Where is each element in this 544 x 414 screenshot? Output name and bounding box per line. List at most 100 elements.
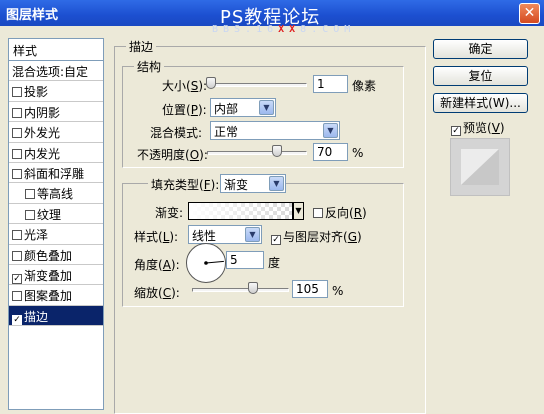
chevron-down-icon: ▼	[245, 227, 260, 242]
style-item-label: 图案叠加	[24, 289, 73, 304]
preview-checkbox-box[interactable]: ✓	[451, 126, 461, 136]
size-slider-track[interactable]	[207, 83, 307, 87]
angle-input[interactable]: 5	[226, 251, 264, 269]
style-item-checkbox[interactable]	[12, 291, 22, 302]
style-item-checkbox[interactable]	[12, 148, 22, 159]
style-item-2[interactable]: 内阴影	[9, 102, 103, 123]
ok-button[interactable]: 确定	[433, 39, 528, 59]
style-item-checkbox[interactable]	[12, 87, 22, 98]
style-item-9[interactable]: 颜色叠加	[9, 245, 103, 265]
style-item-checkbox[interactable]	[12, 107, 22, 118]
preview-checkbox[interactable]: ✓ 预览(V)	[451, 119, 505, 136]
style-item-11[interactable]: 图案叠加	[9, 285, 103, 306]
chevron-down-icon: ▼	[259, 100, 274, 115]
position-label: 位置(P):	[162, 103, 207, 117]
new-style-button[interactable]: 新建样式(W)...	[433, 93, 528, 113]
scale-unit: %	[332, 284, 344, 298]
style-item-0[interactable]: 混合选项:自定	[9, 61, 103, 82]
scale-input[interactable]: 105	[292, 280, 328, 298]
opacity-label: 不透明度(O):	[137, 148, 208, 162]
style-item-checkbox[interactable]	[12, 250, 22, 261]
style-label: 样式(L):	[134, 230, 179, 244]
reverse-checkbox[interactable]: 反向(R)	[313, 204, 367, 221]
chevron-down-icon: ▼	[269, 176, 284, 191]
fill-type-select[interactable]: 渐变 ▼	[220, 174, 286, 193]
style-item-label: 纹理	[37, 207, 62, 222]
size-label: 大小(S):	[162, 79, 208, 93]
style-item-3[interactable]: 外发光	[9, 122, 103, 143]
gradient-swatch[interactable]	[188, 202, 293, 220]
angle-dial[interactable]	[186, 243, 226, 283]
blend-mode-select[interactable]: 正常 ▼	[210, 121, 340, 140]
style-item-12[interactable]: ✓ 描边	[9, 305, 103, 327]
gradient-label: 渐变:	[155, 206, 184, 220]
style-item-checkbox[interactable]	[25, 209, 35, 220]
opacity-slider-track[interactable]	[207, 151, 307, 155]
size-input[interactable]: 1	[313, 75, 348, 93]
style-item-label: 内阴影	[24, 105, 61, 120]
style-item-label: 外发光	[24, 126, 61, 141]
position-select[interactable]: 内部 ▼	[210, 98, 276, 117]
style-item-label: 混合选项:自定	[12, 65, 89, 79]
align-with-layer-checkbox-box[interactable]: ✓	[271, 235, 281, 245]
watermark-url-red: XX	[278, 24, 301, 35]
blend-mode-value: 正常	[214, 125, 239, 139]
style-item-1[interactable]: 投影	[9, 81, 103, 102]
style-item-label: 光泽	[24, 228, 49, 243]
angle-unit: 度	[268, 256, 281, 270]
blend-mode-label: 混合模式:	[150, 126, 203, 140]
stroke-group-label: 描边	[126, 38, 157, 55]
close-button[interactable]: ✕	[519, 3, 540, 24]
layer-style-dialog: 图层样式 PS教程论坛 ✕ BBS.16XX8.COM 样式 混合选项:自定投影…	[0, 0, 544, 414]
size-unit: 像素	[352, 79, 377, 93]
style-item-checkbox[interactable]	[12, 230, 22, 241]
styles-list: 样式 混合选项:自定 投影 内阴影 外发光 内发光 斜面和浮雕 等高线 纹理 光泽 颜色叠加 ✓ 渐变…	[8, 38, 104, 410]
styles-header[interactable]: 样式	[9, 39, 103, 61]
style-item-checkbox[interactable]	[12, 128, 22, 139]
align-with-layer-checkbox[interactable]: ✓ 与图层对齐(G)	[271, 228, 362, 245]
gradient-dropdown-icon[interactable]: ▼	[293, 202, 304, 220]
style-item-label: 等高线	[37, 187, 74, 202]
scale-slider-thumb[interactable]	[248, 282, 258, 294]
style-item-8[interactable]: 光泽	[9, 224, 103, 245]
style-item-checkbox[interactable]	[25, 189, 35, 200]
style-item-label: 颜色叠加	[24, 248, 73, 263]
watermark-url-left: BBS.16	[212, 24, 279, 35]
window-title: 图层样式	[6, 8, 59, 23]
title-bar[interactable]: 图层样式 PS教程论坛 ✕	[0, 0, 544, 28]
style-item-7[interactable]: 纹理	[9, 204, 103, 225]
style-item-10[interactable]: ✓ 渐变叠加	[9, 265, 103, 286]
scale-slider-track[interactable]	[192, 288, 289, 292]
opacity-unit: %	[352, 146, 364, 160]
fill-type-label: 填充类型(F):	[148, 176, 223, 193]
reverse-checkbox-box[interactable]	[313, 208, 323, 218]
style-item-checkbox[interactable]: ✓	[12, 314, 22, 325]
fill-type-value: 渐变	[224, 178, 249, 192]
opacity-input[interactable]: 70	[313, 143, 348, 161]
style-item-label: 斜面和浮雕	[24, 166, 85, 181]
style-preview-thumbnail	[450, 138, 510, 196]
scale-label: 缩放(C):	[134, 286, 180, 300]
angle-label: 角度(A):	[134, 258, 180, 272]
position-value: 内部	[214, 102, 239, 116]
gradient-style-select[interactable]: 线性 ▼	[188, 225, 262, 244]
style-item-label: 渐变叠加	[24, 268, 73, 283]
style-item-label: 内发光	[24, 146, 61, 161]
preview-shape-icon	[461, 149, 499, 185]
style-item-6[interactable]: 等高线	[9, 183, 103, 204]
watermark-url-right: 8.COM	[300, 24, 356, 35]
reset-button[interactable]: 复位	[433, 66, 528, 86]
chevron-down-icon: ▼	[323, 123, 338, 138]
style-item-label: 描边	[24, 309, 49, 324]
style-item-5[interactable]: 斜面和浮雕	[9, 163, 103, 184]
gradient-style-value: 线性	[192, 229, 217, 243]
structure-group-label: 结构	[134, 58, 165, 75]
opacity-slider-thumb[interactable]	[272, 145, 282, 157]
style-item-4[interactable]: 内发光	[9, 143, 103, 163]
style-item-checkbox[interactable]	[12, 168, 22, 179]
size-slider-thumb[interactable]	[206, 77, 216, 89]
style-item-checkbox[interactable]: ✓	[12, 273, 22, 284]
angle-dial-needle	[204, 260, 224, 265]
style-item-label: 投影	[24, 85, 49, 100]
watermark-url: BBS.16XX8.COM	[212, 24, 355, 35]
